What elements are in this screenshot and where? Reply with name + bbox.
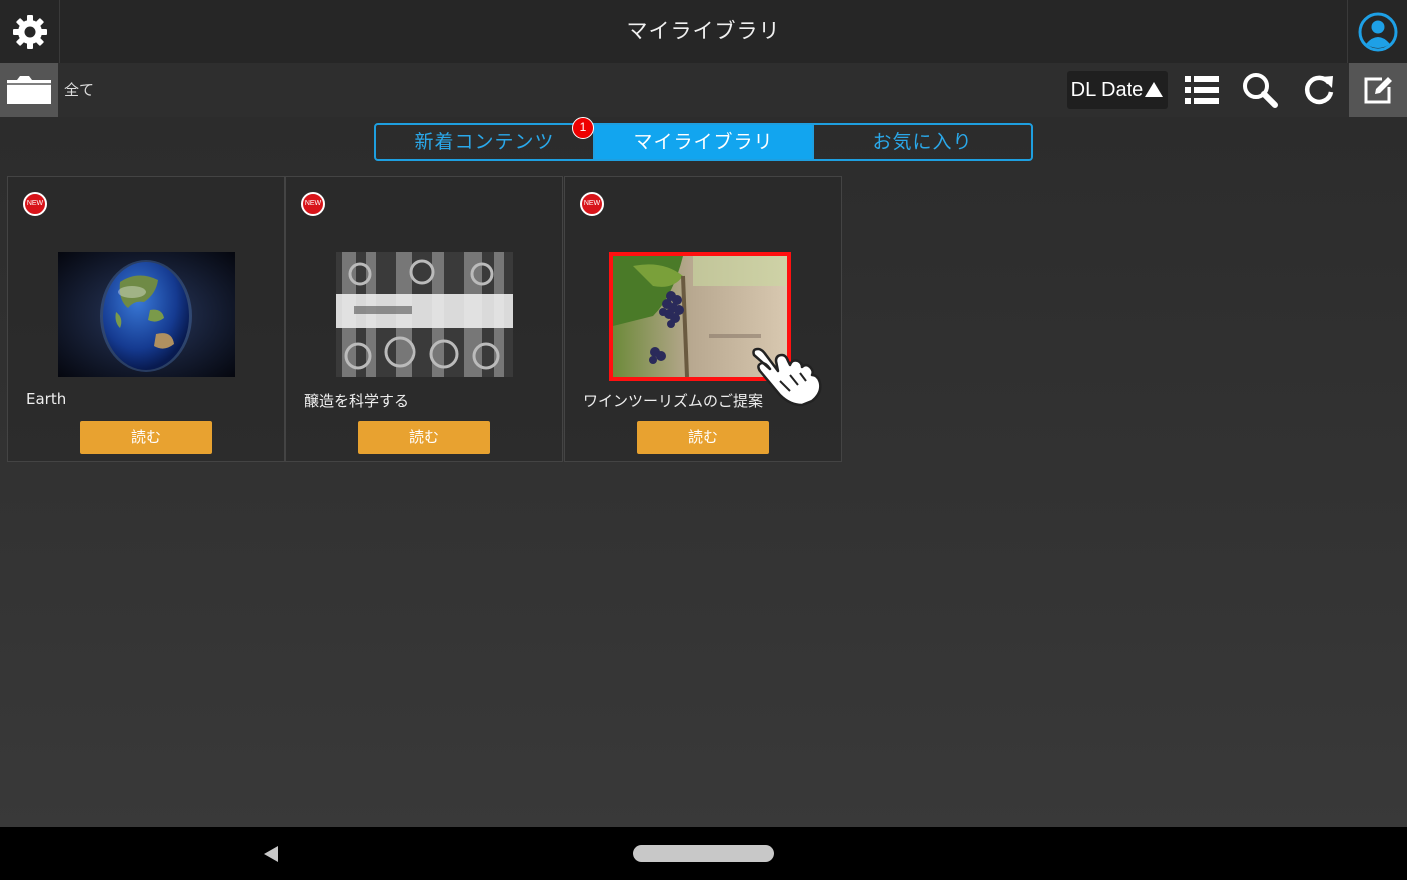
new-badge: NEW	[301, 192, 325, 216]
content-card: NEW Earth 読む	[7, 176, 285, 462]
page-title: マイライブラリ	[626, 19, 781, 43]
thumbnail-brewing[interactable]	[336, 252, 513, 377]
refresh-button[interactable]	[1290, 63, 1348, 117]
tab-new-contents[interactable]: 新着コンテンツ	[376, 125, 593, 159]
read-button[interactable]: 読む	[80, 421, 212, 454]
card-title: 醸造を科学する	[304, 392, 410, 410]
sort-label: DL Date	[1070, 78, 1144, 101]
edit-button[interactable]	[1349, 63, 1407, 117]
list-view-button[interactable]	[1173, 63, 1231, 117]
folder-filter-button[interactable]	[0, 63, 58, 117]
home-handle[interactable]	[633, 845, 774, 862]
sort-button[interactable]: DL Date	[1067, 71, 1168, 109]
content-card: NEW 醸造を科学する 読む	[285, 176, 563, 462]
read-button[interactable]: 読む	[637, 421, 769, 454]
card-title: ワインツーリズムのご提案	[583, 392, 764, 410]
refresh-icon	[1304, 75, 1334, 105]
toolbar: 全て DL Date	[0, 63, 1407, 117]
filter-label: 全て	[64, 81, 95, 99]
account-button[interactable]	[1347, 0, 1407, 63]
thumbnail-earth[interactable]	[58, 252, 235, 377]
card-title: Earth	[26, 390, 67, 408]
edit-icon	[1364, 77, 1392, 104]
title-bar: マイライブラリ	[0, 0, 1407, 63]
folder-icon	[7, 76, 51, 104]
tab-my-library[interactable]: マイライブラリ	[593, 125, 812, 159]
new-badge: NEW	[23, 192, 47, 216]
tab-bar: 新着コンテンツ マイライブラリ お気に入り	[374, 123, 1033, 161]
sort-ascending-icon	[1145, 82, 1164, 97]
hand-pointer-icon	[752, 347, 822, 407]
read-button[interactable]: 読む	[358, 421, 490, 454]
tab-favorites[interactable]: お気に入り	[812, 125, 1031, 159]
new-badge: NEW	[580, 192, 604, 216]
search-icon	[1243, 73, 1278, 108]
back-icon[interactable]	[262, 845, 280, 863]
search-button[interactable]	[1231, 63, 1289, 117]
user-icon	[1358, 12, 1397, 51]
list-icon	[1185, 76, 1219, 104]
notification-badge: 1	[572, 117, 594, 139]
